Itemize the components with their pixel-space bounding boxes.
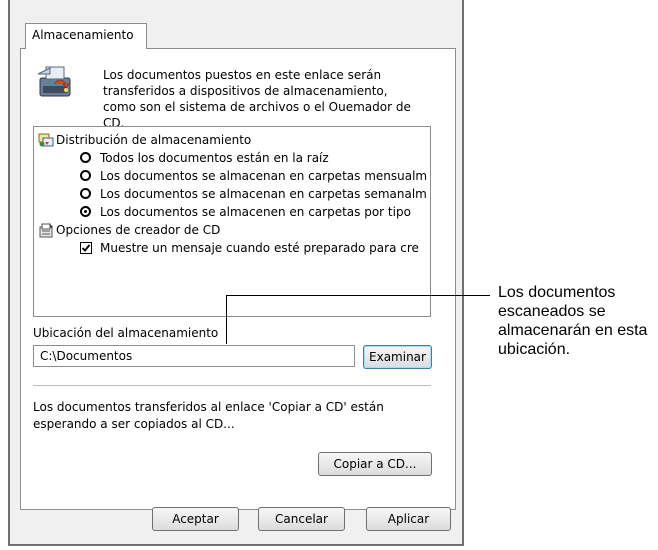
callout-line-vertical	[226, 295, 227, 344]
apply-button[interactable]: Aplicar	[366, 507, 451, 531]
tab-almacenamiento[interactable]: Almacenamiento	[25, 23, 147, 49]
radio-option-label: Los documentos se almacenan en carpetas …	[100, 187, 427, 201]
storage-options-tree: Distribución de almacenamiento Todos los…	[33, 126, 431, 317]
checkbox-checked[interactable]	[80, 242, 92, 254]
location-input[interactable]	[33, 345, 355, 367]
cd-options-label: Opciones de creador de CD	[56, 223, 221, 237]
callout-line-horizontal	[226, 295, 490, 296]
radio-option-label: Los documentos se almacenan en carpetas …	[100, 169, 428, 183]
pending-copy-text: Los documentos transferidos al enlace 'C…	[33, 400, 384, 431]
distribution-label: Distribución de almacenamiento	[56, 133, 252, 147]
radio-button[interactable]	[80, 170, 91, 181]
location-label: Ubicación del almacenamiento	[33, 326, 219, 340]
separator	[33, 385, 431, 386]
cd-options-icon	[39, 223, 53, 238]
radio-option-label: Los documentos se almacenen en carpetas …	[100, 205, 411, 219]
radio-button-selected[interactable]	[80, 206, 91, 217]
storage-distribution-icon	[38, 133, 54, 147]
description-text: Los documentos puestos en este enlace se…	[103, 68, 411, 130]
radio-option-label: Todos los documentos están en la raíz	[100, 151, 329, 165]
copy-to-cd-button[interactable]: Copiar a CD...	[318, 452, 432, 476]
ok-button[interactable]: Aceptar	[152, 507, 239, 531]
cancel-button[interactable]: Cancelar	[258, 507, 345, 531]
radio-button[interactable]	[80, 188, 91, 199]
callout-text: Los documentos escaneados se almacenarán…	[498, 284, 648, 358]
storage-drive-icon	[37, 66, 71, 97]
browse-button[interactable]: Examinar	[363, 345, 432, 369]
checkbox-label: Muestre un mensaje cuando esté preparado…	[100, 241, 419, 255]
radio-button[interactable]	[80, 152, 91, 163]
